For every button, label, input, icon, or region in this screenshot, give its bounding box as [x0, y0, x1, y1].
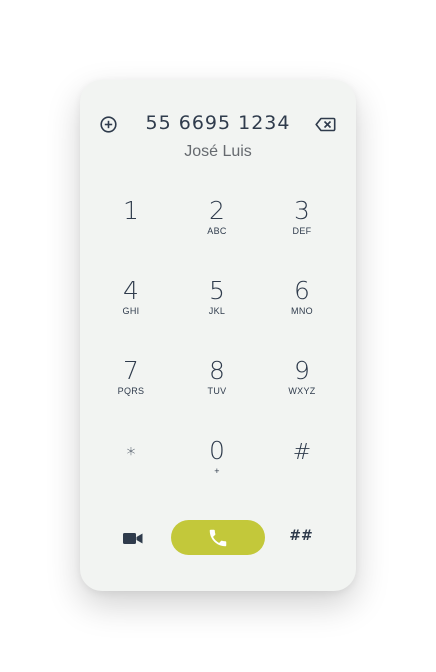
- key-star[interactable]: *: [95, 440, 167, 500]
- backspace-button[interactable]: [314, 115, 336, 133]
- phone-number-display: 55 6695 1234: [145, 112, 291, 134]
- key-digit: 5: [209, 276, 225, 305]
- key-0[interactable]: 0 +: [181, 436, 253, 496]
- add-contact-button[interactable]: [99, 115, 117, 133]
- key-letters: DEF: [292, 226, 312, 236]
- key-letters: ABC: [207, 226, 227, 236]
- key-digit: 6: [294, 276, 310, 305]
- key-digit: 0: [209, 436, 225, 465]
- key-9[interactable]: 9 WXYZ: [266, 356, 338, 416]
- key-3[interactable]: 3 DEF: [266, 196, 338, 256]
- key-digit: 4: [123, 276, 139, 305]
- key-4[interactable]: 4 GHI: [95, 276, 167, 336]
- hash-hash-button[interactable]: ##: [286, 528, 316, 548]
- key-5[interactable]: 5 JKL: [181, 276, 253, 336]
- key-letters: PQRS: [117, 386, 145, 396]
- key-digit: 9: [294, 356, 310, 385]
- phone-icon: [209, 529, 227, 546]
- key-letters: JKL: [208, 306, 226, 316]
- key-hash[interactable]: #: [266, 438, 338, 498]
- contact-name: José Luis: [184, 143, 252, 160]
- key-digit: 2: [209, 196, 225, 225]
- key-8[interactable]: 8 TUV: [181, 356, 253, 416]
- key-digit: 1: [123, 196, 139, 225]
- video-call-button[interactable]: [122, 529, 144, 547]
- key-digit: 3: [294, 196, 310, 225]
- key-2[interactable]: 2 ABC: [181, 196, 253, 256]
- key-1[interactable]: 1: [95, 196, 167, 256]
- key-digit: #: [292, 440, 312, 465]
- key-6[interactable]: 6 MNO: [266, 276, 338, 336]
- key-letters: GHI: [122, 306, 140, 316]
- key-digit: *: [126, 444, 136, 465]
- action-row: ##: [80, 520, 356, 556]
- plus-circle-icon: [99, 115, 117, 133]
- key-letters: MNO: [291, 306, 313, 316]
- key-letters: TUV: [207, 386, 227, 396]
- key-digit: 8: [209, 356, 225, 385]
- key-7[interactable]: 7 PQRS: [95, 356, 167, 416]
- key-letters: WXYZ: [288, 386, 316, 396]
- key-digit: 7: [123, 356, 139, 385]
- dialer-card: 55 6695 1234 José Luis 1 2 ABC 3 DEF 4 G…: [80, 80, 356, 591]
- video-camera-icon: [123, 532, 143, 544]
- call-button[interactable]: [171, 520, 265, 555]
- key-letters: +: [214, 466, 220, 476]
- backspace-icon: [314, 117, 335, 131]
